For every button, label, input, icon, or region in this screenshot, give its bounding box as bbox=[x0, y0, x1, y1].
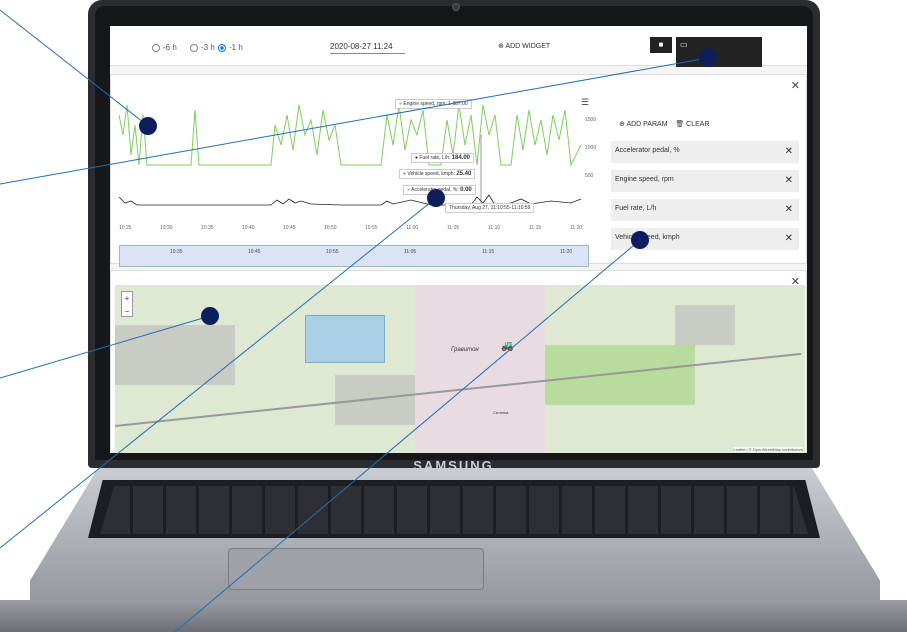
remove-param-icon[interactable]: ✕ bbox=[785, 204, 793, 215]
keyboard-keys bbox=[100, 486, 808, 534]
clear-button[interactable]: 🗑 CLEAR bbox=[675, 121, 709, 128]
trash-icon: 🗑 bbox=[675, 121, 685, 128]
industrial-area bbox=[115, 325, 235, 385]
navigator-tick: 11:05 bbox=[404, 249, 417, 255]
save-icon: ■ bbox=[658, 40, 664, 49]
app-screen: -6 h -3 h -1 h 2020-08-27 11:24 ⊕ ADD WI… bbox=[110, 26, 807, 453]
x-tick: 11:15 bbox=[529, 225, 542, 231]
navigator-tick: 11:15 bbox=[482, 249, 495, 255]
zoom-control: + − bbox=[121, 291, 133, 317]
param-item: Engine speed, rpm ✕ bbox=[611, 170, 799, 192]
callout-marker bbox=[201, 307, 219, 325]
x-tick: 11:05 bbox=[447, 225, 460, 231]
engine-speed-series bbox=[118, 104, 582, 167]
map-station-label: Ситенка bbox=[493, 410, 509, 415]
callout-marker bbox=[631, 231, 649, 249]
forest bbox=[545, 345, 695, 405]
map-widget: ✕ Гравитон Ситенка 🚜 + − Leaflet | © Open… bbox=[110, 270, 807, 453]
date-input[interactable]: 2020-08-27 11:24 bbox=[330, 42, 405, 54]
save-button[interactable]: ■ bbox=[650, 37, 672, 53]
chart-widget: ✕ ● Engine speed, rpm: 1 887.00 ● Fuel r… bbox=[110, 74, 807, 278]
map-town-label: Гравитон bbox=[451, 347, 479, 353]
close-icon[interactable]: ✕ bbox=[791, 79, 800, 92]
time-tooltip: Thursday, Aug 27, 11:10:55-11:10:59 bbox=[445, 203, 535, 213]
laptop-front-edge bbox=[0, 600, 907, 632]
x-tick: 10:40 bbox=[242, 225, 255, 231]
open-folder-button[interactable]: ▭ bbox=[676, 37, 762, 67]
x-tick: 10:35 bbox=[201, 225, 214, 231]
params-toolbar: ⊕ ADD PARAM 🗑 CLEAR bbox=[619, 120, 710, 128]
y-tick: 1000 bbox=[585, 145, 597, 151]
map-attribution[interactable]: Leaflet | © OpenStreetMap contributors bbox=[733, 447, 803, 452]
webcam-icon bbox=[452, 3, 460, 11]
laptop-scene: -6 h -3 h -1 h 2020-08-27 11:24 ⊕ ADD WI… bbox=[0, 0, 907, 632]
plus-circle-icon: ⊕ bbox=[619, 121, 625, 128]
callout-marker bbox=[139, 117, 157, 135]
railway-area bbox=[415, 285, 545, 453]
navigator-tick: 10:45 bbox=[248, 249, 261, 255]
x-tick: 10:55 bbox=[365, 225, 378, 231]
lake bbox=[305, 315, 385, 363]
chart-menu-icon[interactable]: ☰ bbox=[581, 97, 589, 108]
plus-circle-icon: ⊕ bbox=[498, 43, 504, 50]
engine-speed-tooltip: ● Engine speed, rpm: 1 887.00 bbox=[395, 99, 472, 109]
add-widget-button[interactable]: ⊕ ADD WIDGET bbox=[498, 42, 550, 50]
map-view[interactable]: Гравитон Ситенка 🚜 + − Leaflet | © OpenSt… bbox=[115, 285, 805, 453]
touchpad bbox=[228, 548, 484, 590]
vehicle-speed-tooltip: ● Vehicle speed, kmph: 25.40 bbox=[399, 169, 476, 179]
industrial-area bbox=[675, 305, 735, 345]
x-tick: 10:25 bbox=[119, 225, 132, 231]
navigator-tick: 10:55 bbox=[326, 249, 339, 255]
folder-icon: ▭ bbox=[680, 40, 688, 49]
callout-marker bbox=[427, 189, 445, 207]
vehicle-marker-icon[interactable]: 🚜 bbox=[501, 341, 513, 352]
range-1h-radio[interactable]: -1 h bbox=[218, 43, 243, 52]
remove-param-icon[interactable]: ✕ bbox=[785, 233, 793, 244]
navigator-tick: 11:20 bbox=[560, 249, 573, 255]
x-tick: 11:00 bbox=[406, 225, 419, 231]
add-param-button[interactable]: ⊕ ADD PARAM bbox=[619, 121, 668, 128]
x-tick: 11:20 bbox=[570, 225, 583, 231]
range-6h-radio[interactable]: -6 h bbox=[152, 43, 177, 52]
fuel-rate-tooltip: ● Fuel rate, L/h: 184.00 bbox=[411, 153, 475, 163]
range-3h-radio[interactable]: -3 h bbox=[190, 43, 215, 52]
zoom-out-button[interactable]: − bbox=[122, 305, 132, 318]
callout-marker bbox=[699, 49, 717, 67]
y-tick: 500 bbox=[585, 173, 594, 179]
zoom-in-button[interactable]: + bbox=[122, 292, 132, 305]
param-item: Accelerator pedal, % ✕ bbox=[611, 141, 799, 163]
x-tick: 10:50 bbox=[324, 225, 337, 231]
chart-navigator[interactable]: 10:35 10:45 10:55 11:05 11:15 11:20 bbox=[119, 245, 589, 267]
y-tick: 1500 bbox=[585, 117, 597, 123]
x-tick: 10:45 bbox=[283, 225, 296, 231]
param-item: Fuel rate, L/h ✕ bbox=[611, 199, 799, 221]
x-tick: 11:10 bbox=[488, 225, 501, 231]
remove-param-icon[interactable]: ✕ bbox=[785, 175, 793, 186]
navigator-tick: 10:35 bbox=[170, 249, 183, 255]
remove-param-icon[interactable]: ✕ bbox=[785, 146, 793, 157]
x-tick: 10:30 bbox=[160, 225, 173, 231]
